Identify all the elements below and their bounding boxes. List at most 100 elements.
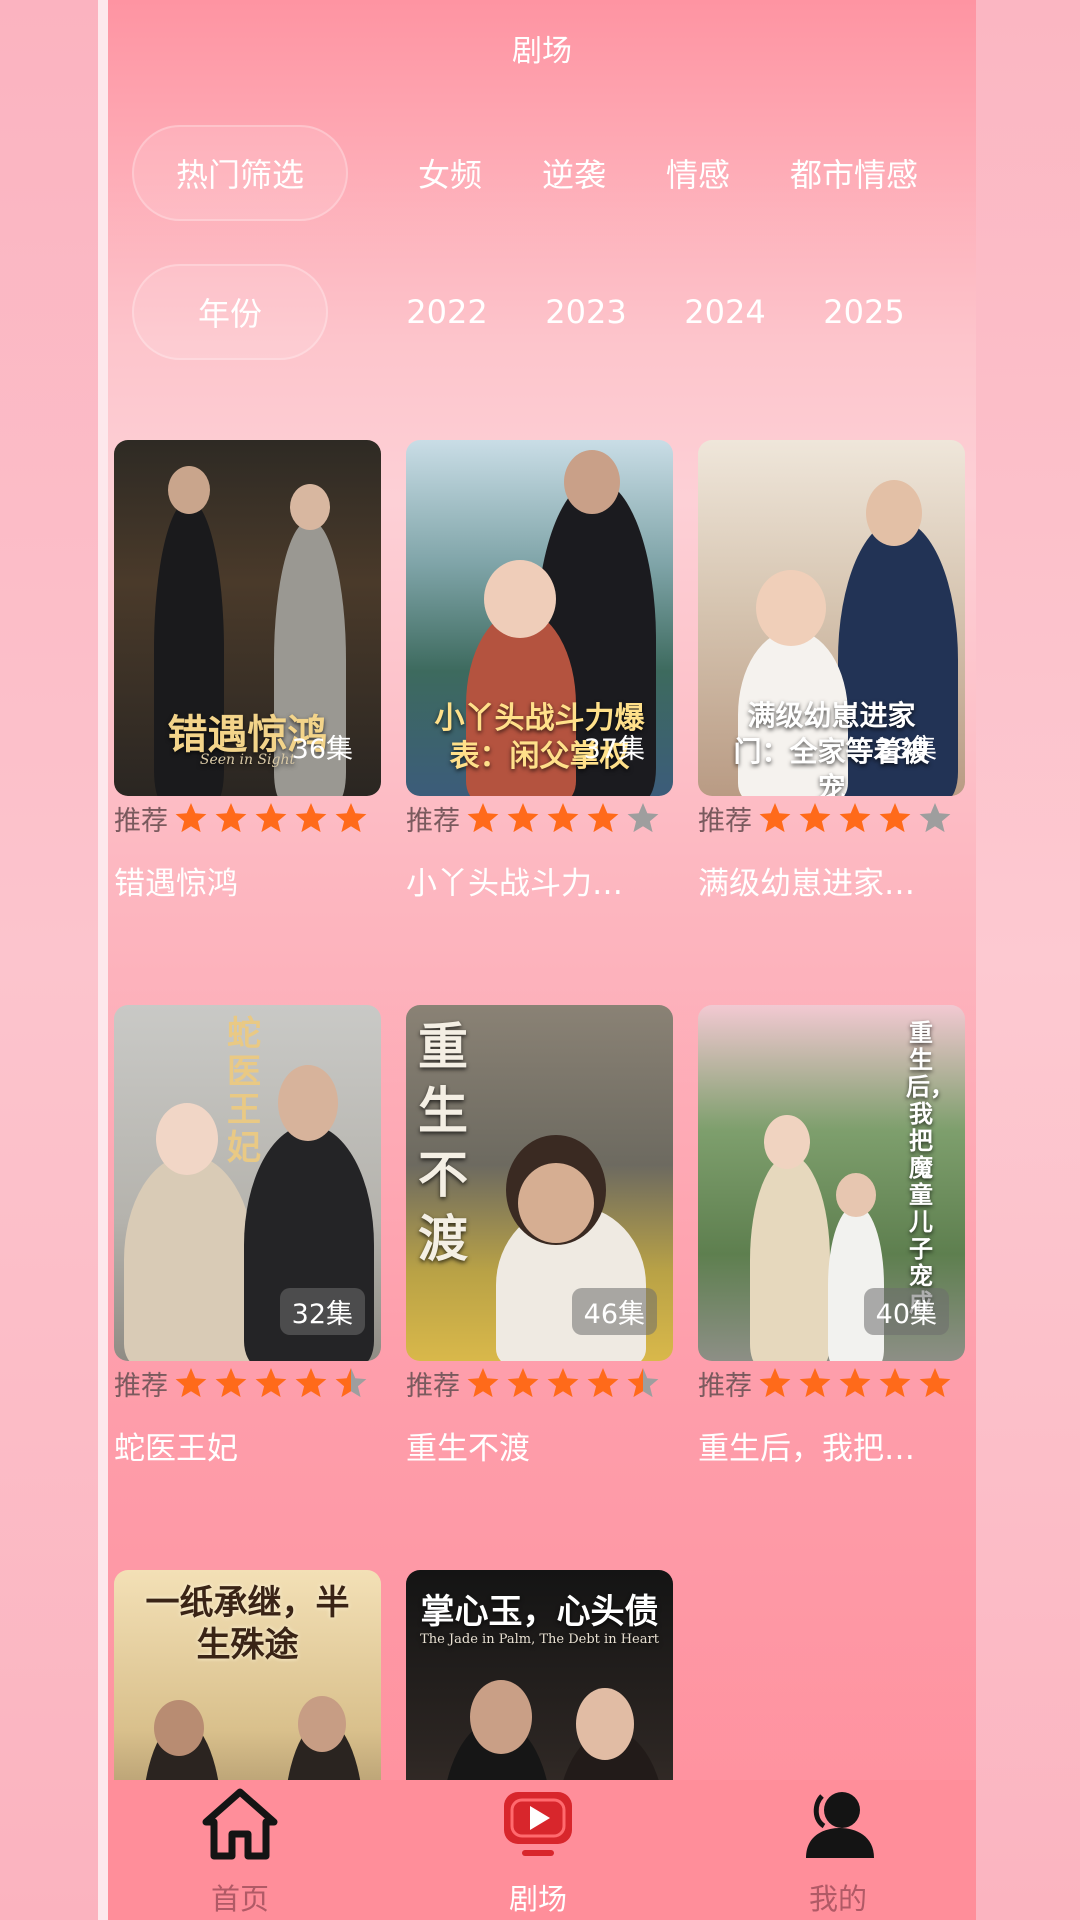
poster-title: 重生不渡 (418, 1017, 468, 1268)
poster-subtitle: The Jade in Palm, The Debt in Heart (420, 1632, 659, 1647)
episode-count: 38集 (875, 734, 937, 765)
star-icon (255, 1368, 287, 1398)
rating-row: 推荐 (114, 798, 381, 838)
right-backdrop (976, 0, 1080, 1920)
star-icon (919, 1368, 951, 1398)
episode-count: 36集 (291, 734, 353, 765)
poster-title: 蛇医王妃 (227, 1014, 261, 1168)
star-icon (295, 1368, 327, 1398)
drama-poster[interactable]: 重生后，我把魔童儿子宠成 40集 (698, 1005, 965, 1361)
drama-poster[interactable]: 小丫头战斗力爆表：闲父掌权 37集 (406, 440, 673, 796)
star-icon (627, 803, 659, 833)
star-rating (758, 1366, 958, 1400)
drama-title[interactable]: 满级幼崽进家… (698, 858, 965, 903)
rating-row: 推荐 (698, 1363, 965, 1403)
star-rating (466, 801, 666, 835)
drama-card[interactable]: 错遇惊鸿 Seen in Sight 36集 推荐 错遇惊鸿 (114, 440, 381, 903)
recommend-label: 推荐 (114, 1370, 168, 1402)
tab-mine[interactable]: 我的 (738, 1780, 938, 1920)
star-icon (175, 1368, 207, 1398)
star-rating (174, 801, 374, 835)
star-rating (758, 801, 958, 835)
star-icon (547, 803, 579, 833)
episode-count: 40集 (863, 1288, 949, 1335)
drama-poster[interactable]: 满级幼崽进家门：全家等着被宠 38集 (698, 440, 965, 796)
drama-title[interactable]: 错遇惊鸿 (114, 858, 381, 903)
star-icon (919, 803, 951, 833)
drama-card[interactable]: 小丫头战斗力爆表：闲父掌权 37集 推荐 小丫头战斗力… (406, 440, 673, 903)
drama-card[interactable]: 满级幼崽进家门：全家等着被宠 38集 推荐 满级幼崽进家… (698, 440, 965, 903)
star-icon (799, 1368, 831, 1398)
star-icon (467, 1368, 499, 1398)
recommend-label: 推荐 (406, 1370, 460, 1402)
star-icon (335, 1368, 367, 1398)
year-option-2025[interactable]: 2025 (815, 293, 913, 331)
drama-poster[interactable]: 重生不渡 46集 (406, 1005, 673, 1361)
left-backdrop (0, 0, 108, 1920)
filter-option-female[interactable]: 女频 (418, 150, 482, 196)
star-icon (295, 803, 327, 833)
play-video-icon (504, 1792, 572, 1856)
recommend-label: 推荐 (698, 1370, 752, 1402)
page-title: 剧场 (512, 34, 572, 69)
recommend-label: 推荐 (406, 805, 460, 837)
star-rating (466, 1366, 666, 1400)
poster-title: 重生后，我把魔童儿子宠成 (906, 1018, 954, 1316)
recommend-label: 推荐 (114, 805, 168, 837)
user-profile-icon (806, 1792, 874, 1858)
drama-title[interactable]: 重生不渡 (406, 1423, 673, 1468)
star-icon (507, 1368, 539, 1398)
drama-card[interactable]: 重生后，我把魔童儿子宠成 40集 推荐 重生后，我把… (698, 1005, 965, 1468)
episode-count: 32集 (279, 1288, 365, 1335)
filter-option-romance[interactable]: 情感 (666, 150, 730, 196)
tab-home[interactable]: 首页 (140, 1780, 340, 1920)
rating-row: 推荐 (698, 798, 965, 838)
tab-home-label: 首页 (210, 1882, 269, 1916)
drama-title[interactable]: 重生后，我把… (698, 1423, 965, 1468)
star-icon (335, 803, 367, 833)
star-icon (255, 803, 287, 833)
star-icon (759, 803, 791, 833)
year-filter-pill[interactable]: 年份 (132, 264, 328, 360)
drama-poster[interactable]: 蛇医王妃 32集 (114, 1005, 381, 1361)
drama-poster[interactable]: 错遇惊鸿 Seen in Sight 36集 (114, 440, 381, 796)
episode-count: 46集 (571, 1288, 657, 1335)
star-icon (587, 803, 619, 833)
star-icon (627, 1368, 659, 1398)
filter-option-comeback[interactable]: 逆袭 (542, 150, 606, 196)
rating-row: 推荐 (406, 1363, 673, 1403)
star-icon (839, 803, 871, 833)
drama-card[interactable]: 重生不渡 46集 推荐 重生不渡 (406, 1005, 673, 1468)
year-option-2023[interactable]: 2023 (537, 293, 635, 331)
star-icon (587, 1368, 619, 1398)
episode-count: 37集 (583, 734, 645, 765)
hot-filter-pill[interactable]: 热门筛选 (132, 125, 348, 221)
poster-title: 一纸承继，半生殊途 (145, 1583, 350, 1665)
star-icon (799, 803, 831, 833)
star-icon (507, 803, 539, 833)
drama-title[interactable]: 蛇医王妃 (114, 1423, 381, 1468)
star-icon (879, 1368, 911, 1398)
filter-option-urban-romance[interactable]: 都市情感 (790, 150, 918, 196)
bottom-tab-bar: 首页 剧场 我的 (108, 1780, 976, 1920)
drama-card[interactable]: 蛇医王妃 32集 推荐 蛇医王妃 (114, 1005, 381, 1468)
category-filter-row: 热门筛选 女频 逆袭 情感 都市情感 (132, 125, 962, 221)
recommend-label: 推荐 (698, 805, 752, 837)
rating-row: 推荐 (406, 798, 673, 838)
app-screen: 剧场 热门筛选 女频 逆袭 情感 都市情感 年份 2022 2023 2024 … (108, 0, 976, 1920)
tab-theater[interactable]: 剧场 (438, 1780, 638, 1920)
star-icon (215, 1368, 247, 1398)
tab-mine-label: 我的 (808, 1882, 867, 1916)
year-filter-row: 年份 2022 2023 2024 2025 (132, 264, 962, 360)
poster-title: 掌心玉，心头债 (420, 1592, 659, 1632)
star-icon (175, 803, 207, 833)
star-icon (467, 803, 499, 833)
star-rating (174, 1366, 374, 1400)
star-icon (879, 803, 911, 833)
star-icon (839, 1368, 871, 1398)
year-option-2022[interactable]: 2022 (398, 293, 496, 331)
home-icon (202, 1788, 278, 1860)
star-icon (215, 803, 247, 833)
drama-title[interactable]: 小丫头战斗力… (406, 858, 673, 903)
year-option-2024[interactable]: 2024 (676, 293, 774, 331)
